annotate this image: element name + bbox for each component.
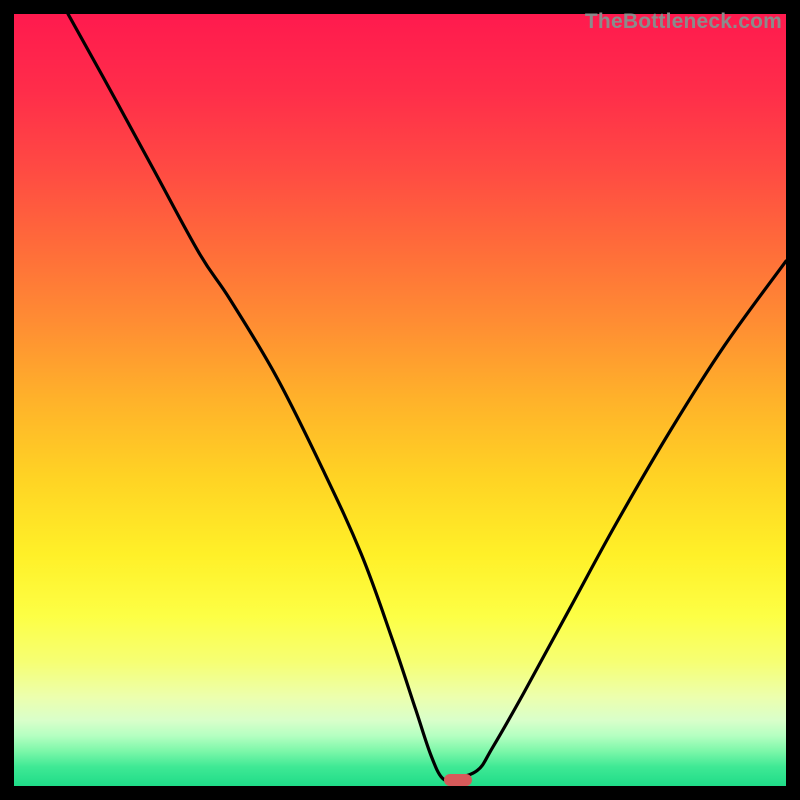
bottleneck-curve (14, 14, 786, 786)
optimal-point-marker (444, 774, 472, 786)
watermark-text: TheBottleneck.com (585, 10, 782, 34)
chart-frame: TheBottleneck.com (0, 0, 800, 800)
plot-area (14, 14, 786, 786)
